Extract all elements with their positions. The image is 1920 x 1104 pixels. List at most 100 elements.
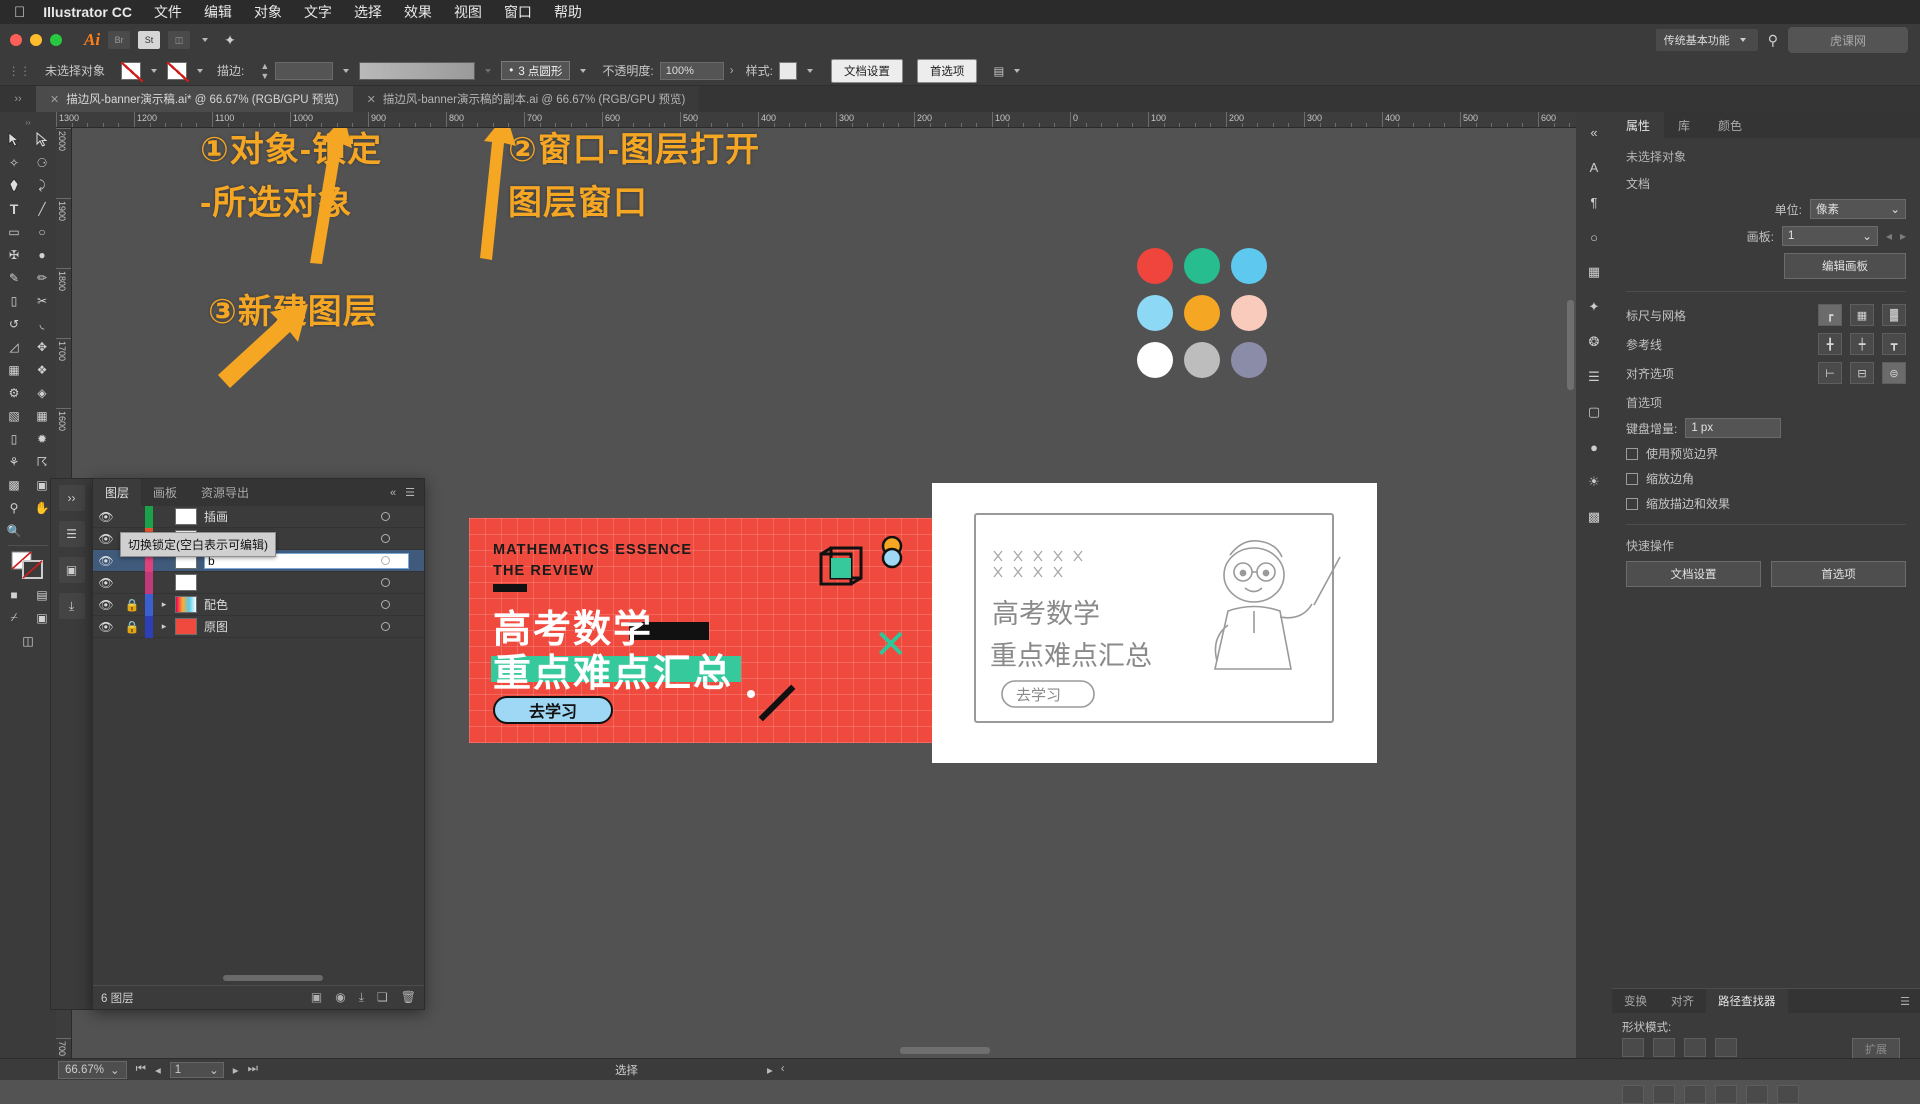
- pencil-tool[interactable]: ✏: [28, 266, 56, 289]
- checkbox[interactable]: [1626, 473, 1638, 485]
- tools-panel-grip[interactable]: ››: [0, 116, 56, 128]
- preview-bounds-checkbox-row[interactable]: 使用预览边界: [1626, 445, 1906, 462]
- smart-guides-icon[interactable]: ┳: [1882, 333, 1906, 355]
- show-rulers-icon[interactable]: ┏: [1818, 304, 1842, 326]
- column-graph-tool[interactable]: ▩: [0, 473, 28, 496]
- swatch-dot[interactable]: [1137, 248, 1173, 284]
- visibility-icon[interactable]: 👁: [93, 554, 119, 568]
- tab-align[interactable]: 对齐: [1659, 989, 1706, 1013]
- first-page-icon[interactable]: ⏮: [136, 1063, 146, 1077]
- expand-button[interactable]: 扩展: [1852, 1038, 1900, 1060]
- blend-tool[interactable]: ⚘: [0, 450, 28, 473]
- live-paint-tool[interactable]: ◈: [28, 381, 56, 404]
- maximize-window-button[interactable]: [50, 34, 62, 46]
- eraser-tool[interactable]: ▯: [0, 289, 28, 312]
- delete-layer-icon[interactable]: 🗑: [401, 990, 416, 1005]
- shaper-tool[interactable]: ✎: [0, 266, 28, 289]
- quick-preferences-button[interactable]: 首选项: [1771, 561, 1906, 587]
- pathfinder-panel-icon[interactable]: ●: [1581, 435, 1607, 459]
- color-swatch-mode-icon[interactable]: ■: [0, 583, 28, 606]
- expand-chevron-icon[interactable]: ▸: [153, 599, 175, 610]
- layer-name[interactable]: 插画: [204, 508, 424, 525]
- target-indicator[interactable]: [381, 578, 390, 587]
- align-chevron-icon[interactable]: [1014, 69, 1020, 73]
- target-indicator[interactable]: [381, 556, 390, 565]
- document-tab-active[interactable]: ✕ 描边风-banner演示稿.ai* @ 66.67% (RGB/GPU 预览…: [36, 86, 353, 112]
- align-icon[interactable]: ▤: [993, 64, 1004, 78]
- type-tool[interactable]: T: [0, 197, 28, 220]
- swatch-dot[interactable]: [1137, 295, 1173, 331]
- visibility-icon[interactable]: 👁: [93, 532, 119, 546]
- close-icon[interactable]: ✕: [50, 93, 59, 106]
- appearance-panel-icon[interactable]: ○: [1581, 225, 1607, 249]
- menu-item-help[interactable]: 帮助: [554, 2, 582, 22]
- symbol-sprayer-tool[interactable]: ☈: [28, 450, 56, 473]
- merge-icon[interactable]: [1684, 1085, 1706, 1104]
- tab-artboards[interactable]: 画板: [141, 479, 189, 506]
- transform-panel-icon[interactable]: ▢: [1581, 400, 1607, 424]
- new-layer-icon[interactable]: ❏: [377, 990, 388, 1005]
- lock-guides-icon[interactable]: ┿: [1850, 333, 1874, 355]
- paintbrush-tool[interactable]: ✠: [0, 243, 28, 266]
- panel-menu-icon[interactable]: ☰: [405, 486, 415, 499]
- stroke-profile-preview[interactable]: [359, 62, 475, 80]
- symbols-panel-icon[interactable]: ❂: [1581, 330, 1607, 354]
- shape-builder-tool[interactable]: ⚙: [0, 381, 28, 404]
- layer-row[interactable]: 👁 🔒 ▸ 配色: [93, 594, 424, 616]
- lasso-tool[interactable]: ⚆: [28, 151, 56, 174]
- document-tab-secondary[interactable]: ✕ 描边风-banner演示稿的副本.ai @ 66.67% (RGB/GPU …: [353, 86, 700, 112]
- workspace-switcher[interactable]: 传统基本功能: [1656, 29, 1758, 51]
- stroke-chevron-icon[interactable]: [197, 69, 203, 73]
- zoom-tool[interactable]: 🔍: [0, 519, 28, 542]
- outline-icon[interactable]: [1746, 1085, 1768, 1104]
- close-window-button[interactable]: [10, 34, 22, 46]
- target-indicator[interactable]: [381, 622, 390, 631]
- scale-tool[interactable]: ◿: [0, 335, 28, 358]
- stroke-stepper[interactable]: ▲▼: [260, 61, 269, 81]
- magic-wand-tool[interactable]: ✧: [0, 151, 28, 174]
- last-page-icon[interactable]: ⏭: [248, 1063, 258, 1077]
- transparency-panel-icon[interactable]: ☀: [1581, 470, 1607, 494]
- tab-bar-grip[interactable]: ››: [0, 86, 36, 112]
- collapse-icon[interactable]: «: [390, 487, 396, 499]
- tab-pathfinder[interactable]: 路径查找器: [1706, 989, 1788, 1013]
- swatch-dot[interactable]: [1231, 295, 1267, 331]
- layers-horizontal-scrollbar[interactable]: [223, 975, 323, 981]
- banner-artwork[interactable]: MATHEMATICS ESSENCE THE REVIEW 高考数学 重点难点…: [469, 518, 969, 743]
- artboard-select[interactable]: 1 ⌄: [1782, 226, 1878, 246]
- brushes-panel-icon[interactable]: ✦: [1581, 295, 1607, 319]
- snap-to-pixel-icon[interactable]: ⊜: [1882, 362, 1906, 384]
- fill-swatch[interactable]: [121, 62, 141, 80]
- stock-icon[interactable]: St: [138, 31, 160, 49]
- scissors-tool[interactable]: ✂: [28, 289, 56, 312]
- layers-panel[interactable]: 图层 画板 资源导出 « ☰ 👁 插画 👁 文字: [92, 478, 425, 1010]
- scale-corners-checkbox-row[interactable]: 缩放边角: [1626, 470, 1906, 487]
- show-guides-icon[interactable]: ╋: [1818, 333, 1842, 355]
- paragraph-panel-icon[interactable]: ¶: [1581, 190, 1607, 214]
- swatch-dot[interactable]: [1184, 295, 1220, 331]
- gradient-tool[interactable]: ▯: [0, 427, 28, 450]
- layer-name[interactable]: 配色: [204, 596, 424, 613]
- eyedropper-tool[interactable]: ✹: [28, 427, 56, 450]
- status-prev-icon[interactable]: ‹: [781, 1063, 785, 1077]
- prev-artboard-icon[interactable]: ◂: [1886, 229, 1892, 243]
- swatch-dot[interactable]: [1137, 342, 1173, 378]
- stroke-swatch[interactable]: [167, 62, 187, 80]
- snap-to-point-icon[interactable]: ⊢: [1818, 362, 1842, 384]
- stroke-weight-field[interactable]: [275, 62, 333, 80]
- visibility-icon[interactable]: 👁: [93, 510, 119, 524]
- show-transparency-grid-icon[interactable]: ▓: [1882, 304, 1906, 326]
- dock-collapse-icon[interactable]: «: [1581, 120, 1607, 144]
- menu-item-type[interactable]: 文字: [304, 2, 332, 22]
- puppet-warp-tool[interactable]: ❖: [28, 358, 56, 381]
- checkbox[interactable]: [1626, 498, 1638, 510]
- target-indicator[interactable]: [381, 534, 390, 543]
- arrange-chevron-icon[interactable]: [202, 38, 208, 42]
- zoom-level-selector[interactable]: 66.67% ⌄: [58, 1061, 127, 1079]
- divide-icon[interactable]: [1622, 1085, 1644, 1104]
- pen-tool[interactable]: [0, 174, 28, 197]
- ellipse-tool[interactable]: ○: [28, 220, 56, 243]
- character-panel-icon[interactable]: A: [1581, 155, 1607, 179]
- menu-item-window[interactable]: 窗口: [504, 2, 532, 22]
- artboard-number-field[interactable]: 1 ⌄: [170, 1062, 224, 1078]
